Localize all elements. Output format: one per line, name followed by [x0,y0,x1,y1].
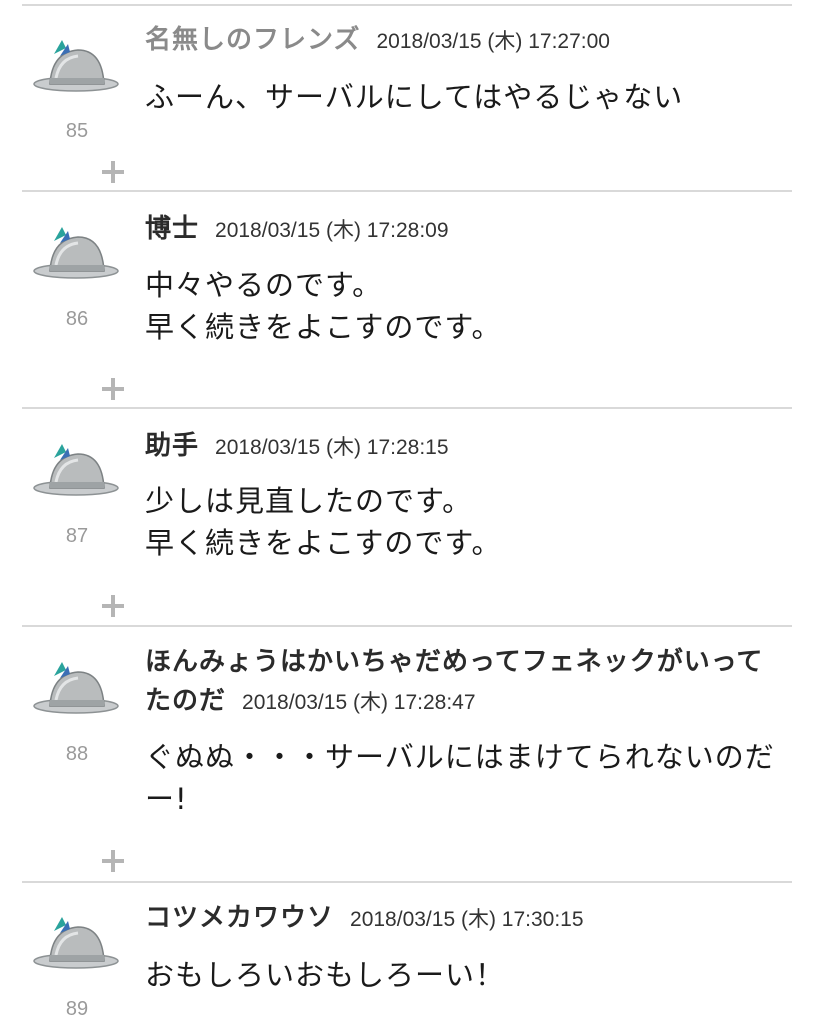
helmet-avatar-icon [33,662,119,714]
author-name[interactable]: コツメカワウソ [145,903,334,933]
author-name[interactable]: 名無しのフレンズ [145,25,360,55]
plus-icon[interactable] [102,850,124,872]
divider [22,407,792,409]
divider [22,625,792,627]
post-number: 88 [65,743,89,765]
post-number: 85 [65,120,89,142]
post-body: ふーん、サーバルにしてはやるじゃない [145,80,684,114]
post-timestamp: 2018/03/15 (木) 17:28:09 [215,219,449,242]
plus-icon[interactable] [102,595,124,617]
divider [22,4,792,6]
post-body: 少しは見直したのです。 早く続きをよこすのです。 [145,484,502,560]
divider [22,881,792,883]
post-header: コツメカワウソ 2018/03/15 (木) 17:30:15 [145,900,785,939]
post-body: 中々やるのです。 早く続きをよこすのです。 [145,268,502,344]
post-header: 博士 2018/03/15 (木) 17:28:09 [145,211,785,250]
plus-icon[interactable] [102,378,124,400]
helmet-avatar-icon [33,444,119,496]
post-number: 87 [65,525,89,547]
helmet-avatar-icon [33,227,119,279]
post-timestamp: 2018/03/15 (木) 17:28:15 [215,436,449,459]
post-number: 89 [65,998,89,1020]
helmet-avatar-icon [33,917,119,969]
post-timestamp: 2018/03/15 (木) 17:28:47 [242,691,476,714]
divider [22,190,792,192]
author-name[interactable]: 博士 [145,214,199,244]
author-name[interactable]: 助手 [145,431,199,461]
post-timestamp: 2018/03/15 (木) 17:30:15 [350,908,584,931]
plus-icon[interactable] [102,161,124,183]
post-number: 86 [65,308,89,330]
post-timestamp: 2018/03/15 (木) 17:27:00 [376,30,610,53]
thread-list: 85 名無しのフレンズ 2018/03/15 (木) 17:27:00 ふーん、サ… [0,0,815,1024]
post-header: ほんみょうはかいちゃだめってフェネックがいってたのだ 2018/03/15 (木)… [145,644,785,722]
post-header: 助手 2018/03/15 (木) 17:28:15 [145,428,785,467]
post-body: おもしろいおもしろーい！ [145,958,506,992]
post-body: ぐぬぬ・・・サーバルにはまけてられないのだー! [145,740,775,816]
helmet-avatar-icon [33,40,119,92]
post-header: 名無しのフレンズ 2018/03/15 (木) 17:27:00 [145,22,785,61]
